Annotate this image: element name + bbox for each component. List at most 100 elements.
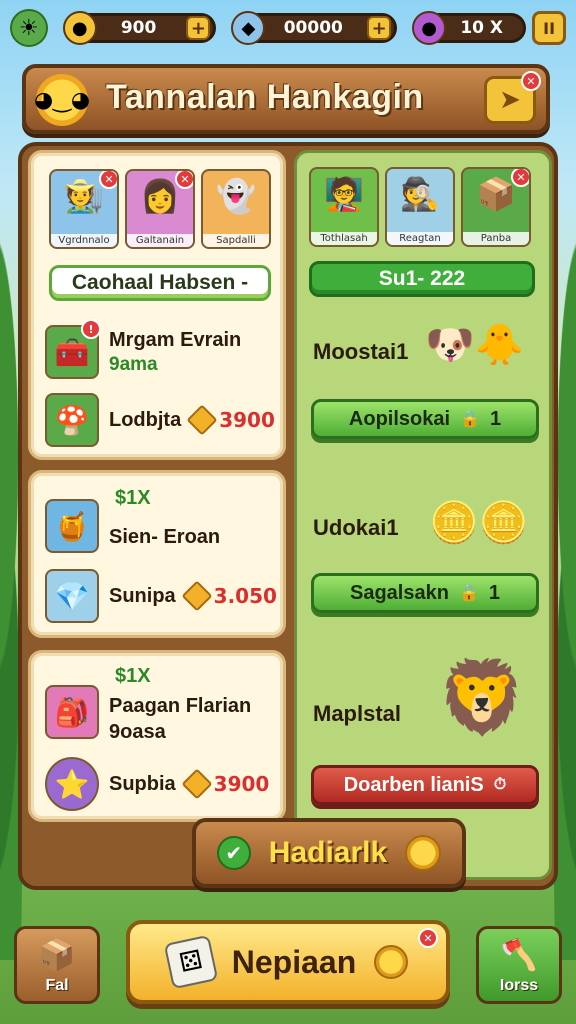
price-value: 3900 — [213, 772, 270, 796]
star-medal-icon: ⭐ — [45, 757, 99, 811]
bottom-bar: 📦 Fal ⚄ Nepiaan ✕ 🪓 Iorss — [10, 918, 566, 1014]
page-title: Tannalan Hankagin — [106, 78, 424, 116]
price-value: 3900 — [219, 408, 275, 432]
ghost-face-icon: 👻 — [216, 177, 256, 215]
shop-card-3: $1X 🎒 Paagan Flarian 9oasa ⭐ Supbia 3900 — [28, 650, 286, 822]
coin-icon — [374, 945, 409, 979]
left-shop-column: 🧑‍🌾 Vgrdnnalo ✕ 👩 Galtanain ✕ 👻 Sapdalli… — [28, 150, 290, 880]
character-portraits-left: 🧑‍🌾 Vgrdnnalo ✕ 👩 Galtanain ✕ 👻 Sapdalli — [49, 169, 271, 249]
pause-button[interactable]: II — [532, 11, 566, 45]
portrait-name: Panba — [463, 232, 529, 245]
right-rewards-column: 🧑‍🏫 Tothlasah 🕵️ Reagtan 📦 Panba ✕ Su1- … — [294, 150, 552, 880]
button-label: Doarben lianiS — [343, 773, 484, 796]
item-subtitle: 9ama — [109, 353, 158, 375]
item-price: 3.050 — [181, 580, 277, 612]
portrait-name: Reagtan — [387, 232, 453, 245]
reward-button-2[interactable]: Sagalsakn 🔒 1 — [311, 573, 539, 613]
button-label: Aopilsokai — [348, 407, 451, 430]
gold-coin-icon: ● — [62, 11, 97, 45]
portrait-character-3[interactable]: 👻 Sapdalli — [201, 169, 271, 249]
item-title: Paagan Flarian — [109, 695, 252, 717]
item-subtitle: 9oasa — [109, 721, 166, 743]
gold-coins-art-icon: 🪙🪙 — [429, 500, 529, 546]
gem-icon: ◆ — [231, 11, 266, 45]
portrait-name: Sapdalli — [203, 234, 269, 247]
arrow-icon: ➤ — [499, 85, 521, 115]
button-count: 1 — [488, 581, 500, 604]
close-badge-icon: ✕ — [521, 71, 541, 91]
girl-face-icon: 👩 — [140, 177, 180, 215]
reward-label: Moostai1 — [313, 339, 409, 364]
detective-face-icon: 🕵️ — [400, 175, 440, 213]
gold-cube-icon — [181, 580, 213, 612]
item-title: Sunipa — [109, 585, 176, 607]
sun-mascot-icon: ◕‿◕ — [34, 74, 90, 126]
crate-icon: 📦 — [476, 175, 516, 213]
remove-badge-icon: ✕ — [511, 169, 529, 187]
title-banner: ◕‿◕ Tannalan Hankagin ➤ ✕ — [22, 64, 550, 134]
lock-icon: 🔒 — [460, 411, 480, 428]
lion-mascot-art-icon: 🦁 — [437, 655, 527, 739]
portrait-name: Galtanain — [127, 234, 193, 247]
check-icon: ✔ — [216, 836, 251, 870]
portrait-character-4[interactable]: 🧑‍🏫 Tothlasah — [309, 167, 379, 247]
portrait-character-5[interactable]: 🕵️ Reagtan — [385, 167, 455, 247]
item-title: Lodbjta — [109, 409, 182, 431]
berry-counter: ● 10 X — [412, 11, 527, 45]
reward-label: Maplstal — [313, 701, 402, 726]
button-label: Sagalsakn — [350, 581, 449, 604]
price-value: 3.050 — [213, 584, 277, 608]
main-action-label: Nepiaan — [231, 943, 357, 980]
alert-badge-icon: ! — [81, 319, 101, 339]
portrait-name: Vgrdnnalo — [51, 234, 117, 247]
list-item[interactable]: 🎒 Paagan Flarian 9oasa — [45, 679, 251, 745]
list-item[interactable]: 🧰 Mrgam Evrain 9ama ! — [45, 319, 242, 379]
crate-icon: 📦 — [38, 938, 76, 973]
reward-label: Udokai1 — [313, 515, 399, 540]
gold-counter: ● 900 + — [62, 11, 217, 45]
settings-gear-icon[interactable]: ☀ — [10, 9, 48, 47]
main-action-button[interactable]: ⚄ Nepiaan ✕ — [126, 920, 450, 1004]
item-title: Mrgam Evrain — [109, 328, 242, 351]
section-label-left: Caohaal Habsen - — [49, 265, 271, 301]
gem-counter: ◆ 00000 + — [231, 11, 398, 45]
item-price: 3900 — [186, 404, 275, 436]
shovel-icon: 🪓 — [500, 938, 538, 973]
close-button[interactable]: ➤ ✕ — [484, 71, 541, 124]
coin-icon — [405, 835, 442, 871]
berry-icon: ● — [412, 11, 447, 45]
claim-button[interactable]: ✔ Hadiarlk — [192, 818, 466, 888]
list-item[interactable]: 🍯 Sien- Eroan — [45, 499, 220, 553]
portrait-name: Tothlasah — [311, 232, 377, 245]
bottom-right-button[interactable]: 🪓 Iorss — [476, 926, 562, 1004]
portrait-character-2[interactable]: 👩 Galtanain ✕ — [125, 169, 195, 249]
list-item[interactable]: 💎 Sunipa 3.050 — [45, 569, 277, 623]
bottom-left-label: Fal — [45, 977, 69, 994]
shop-card-2: $1X 🍯 Sien- Eroan 💎 Sunipa 3.050 — [28, 470, 286, 638]
dice-icon: ⚄ — [163, 934, 219, 990]
character-portraits-right: 🧑‍🏫 Tothlasah 🕵️ Reagtan 📦 Panba ✕ — [309, 167, 531, 247]
bottom-left-button[interactable]: 📦 Fal — [14, 926, 100, 1004]
honey-pot-icon: 🍯 — [45, 499, 99, 553]
reward-button-3[interactable]: Doarben lianiS ⏱ — [311, 765, 539, 805]
backpack-icon: 🎒 — [45, 685, 99, 739]
gold-cube-icon — [181, 768, 213, 800]
section-label-right: Su1- 222 — [309, 261, 535, 297]
portrait-character-1[interactable]: 🧑‍🌾 Vgrdnnalo ✕ — [49, 169, 119, 249]
gold-cube-icon — [186, 404, 218, 436]
timer-icon: ⏱ — [493, 776, 507, 793]
puppy-chick-art-icon: 🐶🐥 — [425, 322, 525, 368]
lock-icon: 🔒 — [458, 585, 479, 602]
teacher-face-icon: 🧑‍🏫 — [324, 175, 364, 213]
list-item[interactable]: ⭐ Supbia 3900 — [45, 757, 269, 811]
bottom-right-label: Iorss — [499, 977, 539, 994]
portrait-character-6[interactable]: 📦 Panba ✕ — [461, 167, 531, 247]
item-title: Sien- Eroan — [109, 526, 221, 548]
close-badge-icon: ✕ — [418, 928, 438, 948]
remove-badge-icon: ✕ — [99, 171, 117, 189]
add-gold-button[interactable]: + — [186, 16, 211, 40]
item-price: 3900 — [181, 768, 270, 800]
list-item[interactable]: 🍄 Lodbjta 3900 — [45, 393, 275, 447]
reward-button-1[interactable]: Aopilsokai 🔒 1 — [311, 399, 539, 439]
add-gems-button[interactable]: + — [367, 16, 392, 40]
